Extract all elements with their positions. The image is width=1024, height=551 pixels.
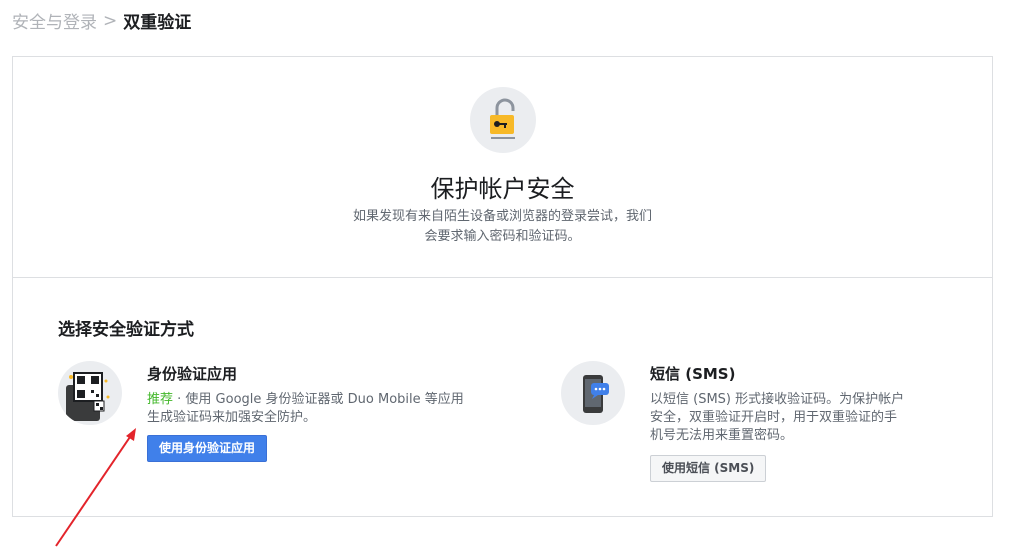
recommended-label: 推荐 — [147, 392, 174, 407]
auth-app-title: 身份验证应用 — [147, 365, 238, 383]
hero-description: 如果发现有来自陌生设备或浏览器的登录尝试，我们 会要求输入密码和验证码。 — [13, 207, 992, 247]
sms-description-text: 机号无法用来重置密码。 — [650, 428, 794, 443]
hero-description-line: 如果发现有来自陌生设备或浏览器的登录尝试，我们 — [352, 209, 652, 224]
use-auth-app-button[interactable]: 使用身份验证应用 — [147, 435, 268, 462]
breadcrumb: 安全与登录 > 双重验证 — [12, 8, 192, 34]
phone-sms-icon — [561, 361, 625, 425]
breadcrumb-link-security-login[interactable]: 安全与登录 — [12, 8, 97, 33]
section-title: 选择安全验证方式 — [58, 320, 194, 340]
sms-title: 短信 (SMS) — [650, 365, 736, 383]
sms-description: 以短信 (SMS) 形式接收验证码。为保护帐户 安全，双重验证开启时，用于双重验… — [650, 391, 904, 445]
two-factor-card: 保护帐户安全 如果发现有来自陌生设备或浏览器的登录尝试，我们 会要求输入密码和验… — [12, 56, 993, 517]
auth-app-description-text: · 使用 Google 身份验证器或 Duo Mobile 等应用 — [173, 392, 464, 407]
use-sms-button[interactable]: 使用短信 (SMS) — [650, 455, 767, 482]
page-title: 双重验证 — [123, 13, 192, 33]
hero-description-line: 会要求输入密码和验证码。 — [424, 229, 581, 244]
sms-description-text: 以短信 (SMS) 形式接收验证码。为保护帐户 — [650, 392, 905, 407]
authenticator-qr-icon — [58, 361, 122, 425]
auth-app-description-text: 生成验证码来加强安全防护。 — [147, 410, 317, 425]
sms-description-text: 安全，双重验证开启时，用于双重验证的手 — [650, 410, 898, 425]
auth-app-description: 推荐 · 使用 Google 身份验证器或 Duo Mobile 等应用 生成验… — [147, 391, 464, 427]
lock-icon — [470, 87, 536, 153]
section-divider — [13, 277, 992, 278]
hero-title: 保护帐户安全 — [430, 175, 575, 203]
breadcrumb-separator: > — [103, 10, 118, 31]
